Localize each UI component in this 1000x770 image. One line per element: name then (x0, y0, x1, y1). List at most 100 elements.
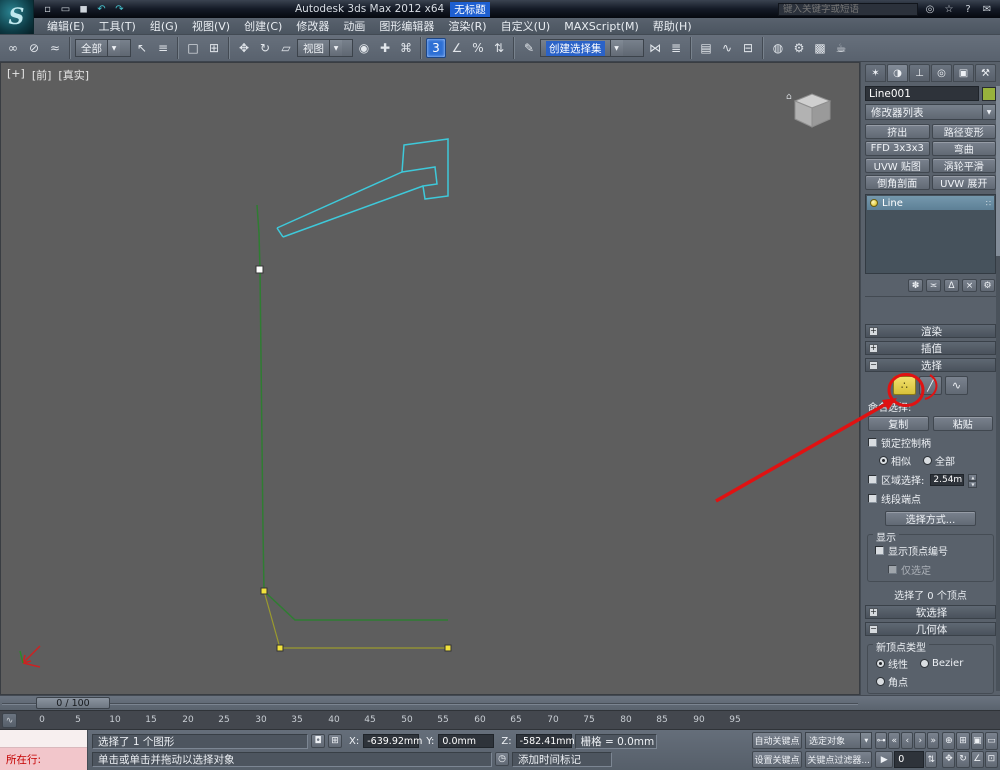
modify-tab-icon[interactable]: ◑ (887, 64, 908, 82)
expand-icon[interactable]: + (869, 326, 878, 336)
maxscript-mini-listener[interactable]: 所在行: (0, 730, 88, 770)
search-input[interactable] (778, 2, 918, 16)
area-threshold-spinner[interactable]: ▲ ▼ (968, 473, 978, 488)
key-scope-dropdown[interactable]: 选定对象 ▼ (804, 732, 873, 749)
percent-snap-icon[interactable]: % (468, 38, 488, 58)
viewport-pov-menu[interactable]: [前] (32, 67, 52, 83)
segment-subobject-button[interactable]: ╱ (919, 376, 942, 395)
open-file-icon[interactable]: ▭ (58, 2, 73, 16)
angle-snap-icon[interactable]: ∠ (447, 38, 467, 58)
rollout-interpolation[interactable]: + 插值 (865, 341, 996, 355)
select-and-manipulate-icon[interactable]: ✚ (375, 38, 395, 58)
modifier-stack[interactable]: Line ∷ (865, 194, 996, 274)
frame-spinner-icon[interactable]: ⇅ (925, 751, 938, 768)
render-setup-icon[interactable]: ⚙ (789, 38, 809, 58)
select-by-button[interactable]: 选择方式... (885, 511, 976, 526)
expand-icon[interactable]: + (869, 607, 878, 617)
create-tab-icon[interactable]: ✶ (865, 64, 886, 82)
ffd-button[interactable]: FFD 3x3x3 (865, 141, 930, 156)
panel-scrollbar-thumb[interactable] (996, 86, 1000, 256)
linear-radio[interactable] (876, 659, 885, 668)
segment-end-checkbox[interactable] (868, 494, 877, 503)
bevel-profile-button[interactable]: 倒角剖面 (865, 175, 930, 190)
x-coordinate-field[interactable]: -639.92mm (363, 734, 422, 748)
menu-modifiers[interactable]: 修改器 (289, 18, 336, 34)
go-to-start-button[interactable]: « (888, 732, 901, 749)
key-filters-button[interactable]: 关键点过滤器... (804, 751, 873, 768)
viewport-shading-menu[interactable]: [真实] (58, 67, 89, 83)
menu-rendering[interactable]: 渲染(R) (441, 18, 493, 34)
all-radio[interactable] (923, 456, 932, 465)
render-production-icon[interactable]: ☕ (831, 38, 851, 58)
utilities-tab-icon[interactable]: ⚒ (975, 64, 996, 82)
play-button[interactable]: ▶ (875, 751, 894, 768)
next-frame-button[interactable]: › (914, 732, 927, 749)
favorites-star-icon[interactable]: ☆ (942, 2, 956, 16)
motion-tab-icon[interactable]: ◎ (931, 64, 952, 82)
use-pivot-center-icon[interactable]: ◉ (354, 38, 374, 58)
previous-frame-button[interactable]: ‹ (901, 732, 914, 749)
rollout-rendering[interactable]: + 渲染 (865, 324, 996, 338)
set-key-button[interactable]: 设置关键点 (752, 751, 802, 768)
rendered-frame-window-icon[interactable]: ▩ (810, 38, 830, 58)
extrude-button[interactable]: 挤出 (865, 124, 930, 139)
named-selection-sets-dropdown[interactable]: 创建选择集 ▼ (540, 39, 644, 57)
absolute-mode-icon[interactable]: ⊞ (328, 734, 342, 748)
visibility-bulb-icon[interactable] (870, 199, 878, 207)
hierarchy-tab-icon[interactable]: ⊥ (909, 64, 930, 82)
selection-filter-dropdown[interactable]: 全部 ▼ (75, 39, 131, 57)
pan-icon[interactable]: ✥ (942, 750, 956, 768)
communication-center-icon[interactable]: ✉ (980, 2, 994, 16)
align-icon[interactable]: ≣ (666, 38, 686, 58)
add-time-tag-box[interactable]: 添加时间标记 (512, 751, 612, 767)
uvw-map-button[interactable]: UVW 贴图 (865, 158, 930, 173)
spinner-snap-icon[interactable]: ⇅ (489, 38, 509, 58)
bend-button[interactable]: 弯曲 (931, 141, 996, 156)
collapse-icon[interactable]: − (869, 624, 878, 634)
bezier-radio[interactable] (920, 659, 929, 668)
configure-modifier-sets-icon[interactable]: ⚙ (980, 279, 995, 292)
rollout-soft-selection[interactable]: + 软选择 (865, 605, 996, 619)
track-bar[interactable]: ∿ 0 5 10 15 20 25 30 35 40 45 50 55 60 6… (0, 710, 1000, 730)
time-slider-handle[interactable]: 0 / 100 (36, 697, 110, 709)
save-file-icon[interactable]: ◼ (76, 2, 91, 16)
mirror-icon[interactable]: ⋈ (645, 38, 665, 58)
window-crossing-icon[interactable]: ⊞ (204, 38, 224, 58)
bind-to-spacewarp-icon[interactable]: ≈ (45, 38, 65, 58)
selected-only-checkbox[interactable] (888, 565, 897, 574)
menu-tools[interactable]: 工具(T) (92, 18, 143, 34)
menu-maxscript[interactable]: MAXScript(M) (557, 20, 646, 33)
display-tab-icon[interactable]: ▣ (953, 64, 974, 82)
set-keys-icon[interactable]: ⊶ (875, 732, 888, 749)
vertex-subobject-button[interactable]: ∴ (893, 376, 916, 395)
panel-scrollbar[interactable] (996, 86, 1000, 691)
field-of-view-icon[interactable]: ∠ (970, 750, 984, 768)
curve-editor-icon[interactable]: ∿ (717, 38, 737, 58)
mini-curve-editor-icon[interactable]: ∿ (2, 713, 17, 728)
snap-toggle-3d-icon[interactable]: 3 (426, 38, 446, 58)
pin-stack-icon[interactable]: ✽ (908, 279, 923, 292)
area-threshold-field[interactable]: 2.54m (930, 473, 965, 486)
listener-line[interactable]: 所在行: (0, 748, 87, 770)
unlink-selection-icon[interactable]: ⊘ (24, 38, 44, 58)
rollout-selection[interactable]: − 选择 (865, 358, 996, 372)
zoom-icon[interactable]: ⊕ (942, 732, 956, 750)
unwrap-uvw-button[interactable]: UVW 展开 (931, 175, 996, 190)
make-unique-icon[interactable]: Δ (944, 279, 959, 292)
modifier-list-dropdown[interactable]: 修改器列表 ▼ (865, 104, 996, 120)
turbosmooth-button[interactable]: 涡轮平滑 (931, 158, 996, 173)
edit-named-sets-icon[interactable]: ✎ (519, 38, 539, 58)
redo-icon[interactable]: ↷ (112, 2, 127, 16)
time-slider[interactable]: 0 / 100 (0, 695, 1000, 710)
auto-key-button[interactable]: 自动关键点 (752, 732, 802, 749)
maximize-viewport-icon[interactable]: ⊡ (984, 750, 999, 768)
menu-edit[interactable]: 编辑(E) (40, 18, 92, 34)
zoom-region-icon[interactable]: ▭ (984, 732, 999, 750)
alike-radio[interactable] (879, 456, 888, 465)
menu-help[interactable]: 帮助(H) (646, 18, 699, 34)
selection-lock-icon[interactable]: ◘ (311, 734, 325, 748)
new-file-icon[interactable]: ▫ (40, 2, 55, 16)
orbit-icon[interactable]: ↻ (956, 750, 970, 768)
viewport-general-menu[interactable]: [+] (7, 67, 25, 83)
spinner-up-icon[interactable]: ▲ (968, 473, 978, 481)
